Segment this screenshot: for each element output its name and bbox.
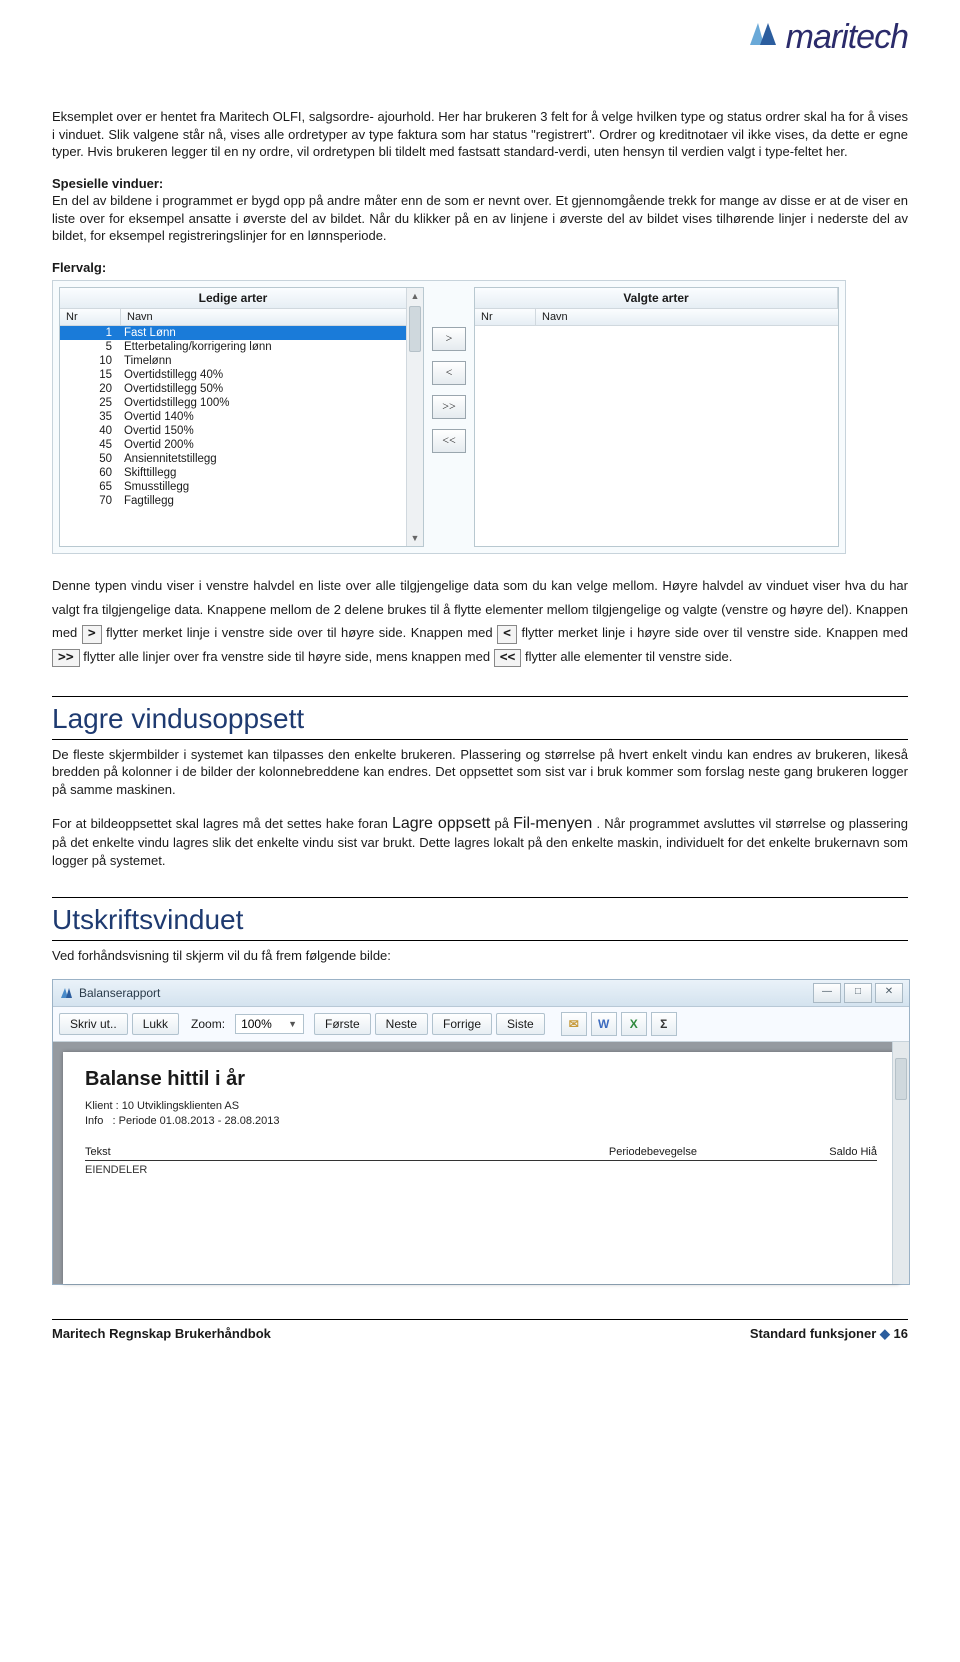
move-all-left-button[interactable]: <<: [432, 429, 466, 453]
sum-icon[interactable]: Σ: [651, 1012, 677, 1036]
section-heading: Lagre vindusoppsett: [52, 703, 908, 735]
list-item[interactable]: 70Fagtillegg: [60, 494, 423, 508]
list-item[interactable]: 35Overtid 140%: [60, 410, 423, 424]
paragraph: Spesielle vinduer: En del av bildene i p…: [52, 175, 908, 245]
close-button[interactable]: ✕: [875, 983, 903, 1003]
zoom-label: Zoom:: [191, 1017, 225, 1031]
move-right-button[interactable]: >: [432, 327, 466, 351]
maximize-button[interactable]: □: [844, 983, 872, 1003]
list-item[interactable]: 45Overtid 200%: [60, 438, 423, 452]
window-titlebar[interactable]: Balanserapport — □ ✕: [53, 980, 909, 1007]
column-header: Periodebevegelse: [517, 1146, 697, 1158]
list-item[interactable]: 20Overtidstillegg 50%: [60, 382, 423, 396]
section-heading: Utskriftsvinduet: [52, 904, 908, 936]
scroll-down-icon[interactable]: ▼: [407, 530, 423, 546]
scroll-thumb[interactable]: [409, 306, 421, 352]
close-window-button[interactable]: Lukk: [132, 1013, 179, 1035]
report-row: EIENDELER: [85, 1161, 877, 1176]
column-header-nr: Nr: [475, 309, 536, 325]
column-header: Saldo Hiå: [697, 1146, 877, 1158]
scrollbar[interactable]: [892, 1042, 909, 1284]
divider: [52, 940, 908, 941]
column-header: Tekst: [85, 1146, 517, 1158]
logo-icon: [746, 21, 782, 54]
scroll-thumb[interactable]: [895, 1058, 907, 1100]
zoom-input[interactable]: [239, 1015, 285, 1033]
scrollbar[interactable]: ▲ ▼: [406, 288, 423, 546]
move-all-right-button[interactable]: >>: [432, 395, 466, 419]
list-title: Ledige arter: [60, 288, 407, 308]
paragraph: De fleste skjermbilder i systemet kan ti…: [52, 746, 908, 799]
list-item[interactable]: 5Etterbetaling/korrigering lønn: [60, 340, 423, 354]
scroll-up-icon[interactable]: ▲: [407, 288, 423, 304]
footer-left: Maritech Regnskap Brukerhåndbok: [52, 1326, 271, 1342]
report-columns: Tekst Periodebevegelse Saldo Hiå: [85, 1146, 877, 1161]
report-sheet: Balanse hittil i år Klient : 10 Utviklin…: [63, 1052, 899, 1284]
move-buttons: > < >> <<: [432, 287, 466, 453]
diamond-icon: ◆: [880, 1326, 890, 1341]
last-page-button[interactable]: Siste: [496, 1013, 545, 1035]
print-button[interactable]: Skriv ut..: [59, 1013, 128, 1035]
list-item[interactable]: 10Timelønn: [60, 354, 423, 368]
chevron-down-icon[interactable]: ▼: [285, 1019, 300, 1029]
list-title: Valgte arter: [475, 288, 838, 308]
column-header-navn: Navn: [121, 309, 407, 325]
next-page-button[interactable]: Neste: [375, 1013, 428, 1035]
list-item[interactable]: 65Smusstillegg: [60, 480, 423, 494]
list-item[interactable]: 60Skifttillegg: [60, 466, 423, 480]
divider: [52, 739, 908, 740]
dual-list-picker: Ledige arter Nr Navn 1Fast Lønn5Etterbet…: [52, 280, 846, 554]
mail-icon[interactable]: ✉: [561, 1012, 587, 1036]
app-icon: [59, 986, 73, 1000]
list-item[interactable]: 25Overtidstillegg 100%: [60, 396, 423, 410]
lt-button-icon: <: [497, 625, 517, 644]
prev-page-button[interactable]: Forrige: [432, 1013, 492, 1035]
list-item[interactable]: 50Ansiennitetstillegg: [60, 452, 423, 466]
divider: [52, 696, 908, 697]
report-meta: Klient : 10 Utviklingsklienten AS Info :…: [85, 1099, 877, 1130]
minimize-button[interactable]: —: [813, 983, 841, 1003]
page-footer: Maritech Regnskap Brukerhåndbok Standard…: [52, 1319, 908, 1342]
word-icon[interactable]: W: [591, 1012, 617, 1036]
ltlt-button-icon: <<: [494, 649, 522, 668]
logo-text: maritech: [786, 18, 908, 57]
report-window: Balanserapport — □ ✕ Skriv ut.. Lukk Zoo…: [52, 979, 910, 1285]
move-left-button[interactable]: <: [432, 361, 466, 385]
report-canvas: Balanse hittil i år Klient : 10 Utviklin…: [53, 1042, 909, 1284]
gtgt-button-icon: >>: [52, 649, 80, 668]
excel-icon[interactable]: X: [621, 1012, 647, 1036]
toolbar: Skriv ut.. Lukk Zoom: ▼ Første Neste For…: [53, 1007, 909, 1042]
list-item[interactable]: 15Overtidstillegg 40%: [60, 368, 423, 382]
report-title: Balanse hittil i år: [85, 1068, 877, 1091]
subheading: Spesielle vinduer:: [52, 176, 163, 191]
column-header-nr: Nr: [60, 309, 121, 325]
paragraph: Eksemplet over er hentet fra Maritech OL…: [52, 108, 908, 161]
list-item[interactable]: 40Overtid 150%: [60, 424, 423, 438]
paragraph: Denne typen vindu viser i venstre halvde…: [52, 574, 908, 668]
zoom-combo[interactable]: ▼: [235, 1014, 304, 1034]
footer-right: Standard funksjoner ◆ 16: [750, 1326, 908, 1342]
paragraph: Ved forhåndsvisning til skjerm vil du få…: [52, 947, 908, 965]
first-page-button[interactable]: Første: [314, 1013, 371, 1035]
selected-list[interactable]: Valgte arter Nr Navn: [474, 287, 839, 547]
brand-logo: maritech: [746, 18, 908, 57]
column-header-navn: Navn: [536, 309, 838, 325]
subheading: Flervalg:: [52, 259, 908, 277]
window-title: Balanserapport: [79, 986, 160, 1000]
list-item[interactable]: 1Fast Lønn: [60, 326, 423, 340]
paragraph: For at bildeoppsettet skal lagres må det…: [52, 813, 908, 870]
available-list[interactable]: Ledige arter Nr Navn 1Fast Lønn5Etterbet…: [59, 287, 424, 547]
gt-button-icon: >: [82, 625, 102, 644]
divider: [52, 897, 908, 898]
